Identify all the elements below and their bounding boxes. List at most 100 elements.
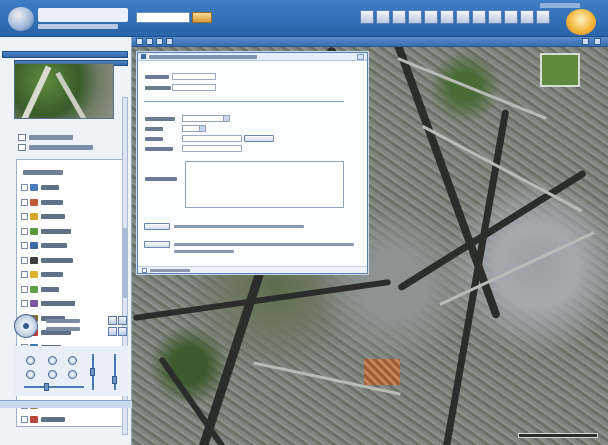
search-input[interactable]: [136, 12, 190, 23]
map-tool-strip: [360, 10, 552, 26]
layer-item[interactable]: [21, 271, 121, 279]
scale-slider-handle[interactable]: [90, 368, 95, 376]
identify-tool-icon[interactable]: [472, 10, 486, 24]
full-extent-icon[interactable]: [68, 356, 77, 365]
close-icon[interactable]: [594, 38, 601, 45]
image-path-field[interactable]: [182, 135, 242, 142]
ship-icon: [30, 242, 38, 249]
bottom-tab[interactable]: [0, 400, 132, 408]
export-tool-icon[interactable]: [488, 10, 502, 24]
layer-item[interactable]: [21, 285, 121, 294]
layer-item[interactable]: [21, 416, 121, 424]
window-tool-icon[interactable]: [520, 10, 534, 24]
layer-checkbox[interactable]: [21, 416, 28, 423]
layer-checkbox[interactable]: [21, 285, 28, 293]
header-links[interactable]: [540, 3, 580, 8]
prev-page-icon[interactable]: [146, 38, 153, 45]
layer-item[interactable]: [21, 256, 121, 265]
home-icon: [30, 184, 38, 191]
layer-checkbox[interactable]: [21, 184, 28, 191]
map-toolbar: [132, 37, 608, 47]
coord-up-icon[interactable]: [108, 316, 117, 325]
level-select[interactable]: [182, 125, 206, 132]
optional-field[interactable]: [182, 145, 242, 152]
pan-navigation-control[interactable]: [14, 314, 38, 338]
map-tool-icon[interactable]: [360, 10, 374, 24]
submit-button[interactable]: [144, 241, 170, 248]
help-tool-icon[interactable]: [504, 10, 518, 24]
layer-checkbox[interactable]: [21, 300, 28, 307]
coord-down-icon[interactable]: [108, 327, 117, 336]
next-page-icon[interactable]: [156, 38, 163, 45]
print-tool-icon[interactable]: [408, 10, 422, 24]
coord-right-icon[interactable]: [118, 316, 127, 325]
overview-map[interactable]: [14, 63, 114, 119]
pan-center-icon[interactable]: [23, 323, 29, 329]
close-icon[interactable]: [357, 54, 364, 60]
map-road: [132, 278, 392, 322]
search-go-button[interactable]: [192, 12, 212, 23]
layer-item[interactable]: [21, 300, 121, 308]
zoom-slider-handle[interactable]: [44, 383, 49, 391]
layer-checkbox[interactable]: [21, 227, 28, 235]
layer-checkbox[interactable]: [21, 256, 28, 264]
logo-wordmark: [38, 8, 128, 22]
latitude-field[interactable]: [172, 73, 216, 80]
category-select[interactable]: [182, 115, 230, 122]
layers-tool-icon[interactable]: [392, 10, 406, 24]
dialog-title: [149, 55, 257, 59]
layer-item[interactable]: [21, 242, 121, 250]
layer-item[interactable]: [21, 213, 121, 221]
layer-item[interactable]: [21, 198, 121, 207]
layer-label: [41, 228, 71, 234]
scrollbar-thumb[interactable]: [123, 228, 127, 298]
refresh-icon[interactable]: [582, 38, 589, 45]
overview-option-label: [29, 145, 93, 150]
site-logo[interactable]: [6, 4, 134, 34]
layer-item[interactable]: [21, 227, 121, 236]
footer-checkbox[interactable]: [142, 268, 147, 273]
layer-item[interactable]: [21, 184, 121, 192]
upload-button[interactable]: [144, 223, 170, 230]
description-textarea[interactable]: [185, 161, 344, 208]
chevron-down-icon[interactable]: [199, 126, 205, 131]
map-street: [439, 231, 595, 306]
top-header: [0, 0, 608, 37]
overview-road: [20, 65, 52, 118]
earth-logo-icon: [8, 7, 34, 31]
plane-icon: [30, 256, 38, 264]
identify-icon[interactable]: [68, 370, 77, 379]
info-tool-icon[interactable]: [440, 10, 454, 24]
dialog-footer: [138, 266, 367, 273]
overview-option-checkbox[interactable]: [18, 134, 26, 141]
layer-checkbox[interactable]: [21, 213, 28, 220]
layer-checkbox[interactable]: [21, 242, 28, 249]
description-label: [145, 177, 177, 181]
layer-checkbox[interactable]: [21, 271, 28, 278]
dialog-titlebar[interactable]: [138, 53, 367, 61]
flag-icon: [30, 227, 38, 235]
layer-label: [41, 199, 63, 205]
longitude-field[interactable]: [172, 84, 216, 91]
last-page-icon[interactable]: [166, 38, 173, 45]
pan-tool-icon[interactable]: [26, 370, 35, 379]
browse-button[interactable]: [244, 135, 274, 142]
layer-label: [41, 417, 65, 422]
overview-panel-header[interactable]: [2, 51, 128, 58]
settings-tool-icon[interactable]: [536, 10, 550, 24]
measure-tool-icon[interactable]: [424, 10, 438, 24]
chevron-down-icon[interactable]: [223, 116, 229, 121]
zoom-in-icon[interactable]: [26, 356, 35, 365]
zoom-out-icon[interactable]: [48, 356, 57, 365]
zoom-slider-track[interactable]: [24, 386, 84, 388]
select-tool-icon[interactable]: [48, 370, 57, 379]
layer-checkbox[interactable]: [21, 198, 28, 206]
image-label: [145, 137, 163, 141]
opacity-slider-track[interactable]: [114, 354, 116, 390]
pencil-tool-icon[interactable]: [376, 10, 390, 24]
first-page-icon[interactable]: [136, 38, 143, 45]
coord-left-icon[interactable]: [118, 327, 127, 336]
overview-option-checkbox[interactable]: [18, 144, 26, 151]
opacity-slider-handle[interactable]: [112, 376, 117, 384]
route-tool-icon[interactable]: [456, 10, 470, 24]
